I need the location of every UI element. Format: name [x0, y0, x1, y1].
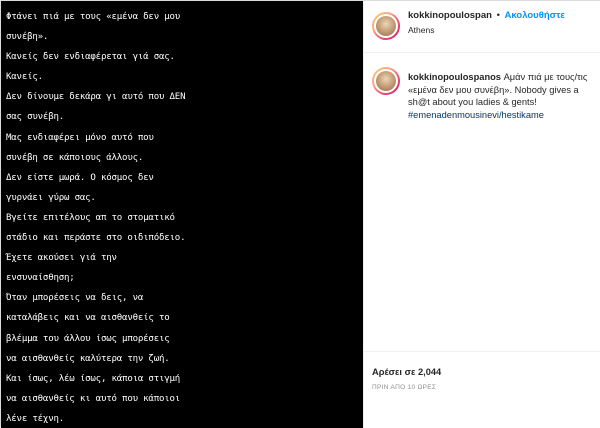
post-text-line: να αισθανθείς καλύτερα την ζωή. [6, 353, 170, 364]
follow-button[interactable]: Ακολουθήστε [505, 10, 565, 21]
post-text-line: Δεν δίνουμε δεκάρα γι αυτό που ΔΕΝ [6, 92, 186, 103]
avatar-ring [374, 14, 398, 38]
post-image[interactable]: Φτάνει πιά με τους «εμένα δεν μου συνέβη… [1, 1, 363, 428]
hashtag-link[interactable]: #emenadenmousinevi/hestikame [408, 109, 592, 122]
post-text-line: καταλάβεις και να αισθανθείς το [6, 313, 170, 324]
post-text-line: Όταν μπορέσεις να δεις, να [6, 293, 144, 304]
post-text-line: Μας ενδιαφέρει μόνο αυτό που [6, 132, 154, 143]
post-text-line: βλέμμα του άλλου ίσως μπορέσεις [6, 333, 170, 344]
post-footer: Αρέσει σε 2,044 ΠΡΙΝ ΑΠΟ 10 ΩΡΕΣ [364, 351, 600, 428]
post-text-line: Και ίσως, λέω ίσως, κάποια στιγμή [6, 373, 181, 384]
post-text-line: Κανείς. [6, 72, 43, 83]
post-text-line: ενσυναίσθηση; [6, 273, 75, 284]
post-text-line: Βγείτε επιτέλους απ το στοματικό [6, 212, 175, 223]
post-text-line: Φτάνει πιά με τους «εμένα δεν μου [6, 12, 181, 22]
likes-count[interactable]: Αρέσει σε 2,044 [372, 367, 441, 377]
post-image-text: Φτάνει πιά με τους «εμένα δεν μου συνέβη… [6, 7, 360, 428]
post-text-line: Δεν είστε μωρά. Ο κόσμος δεν [6, 172, 154, 183]
avatar-ring [374, 69, 398, 93]
post-timestamp[interactable]: ΠΡΙΝ ΑΠΟ 10 ΩΡΕΣ [372, 384, 436, 391]
post-text-line: γυρνάει γύρω σας. [6, 192, 96, 203]
separator-dot: • [496, 10, 500, 21]
header-username-link[interactable]: kokkinopoulospan [408, 10, 492, 21]
post-text-line: συνέβη σε κάποιους άλλους. [6, 152, 144, 163]
profile-photo [376, 16, 396, 36]
post-text-line: Έχετε ακούσει γιά την [6, 253, 117, 264]
instagram-post-window: Φτάνει πιά με τους «εμένα δεν μου συνέβη… [0, 0, 600, 428]
avatar[interactable] [372, 12, 400, 40]
header-username-row: kokkinopoulospan • Ακολουθήστε [408, 10, 565, 21]
caption-text: kokkinopoulospanos Αμάν πιά με τους/τις … [408, 71, 592, 121]
caption-avatar[interactable] [372, 67, 400, 95]
caption-username-link[interactable]: kokkinopoulospanos [408, 72, 501, 82]
post-text-line: συνέβη». [6, 32, 49, 43]
post-header: kokkinopoulospan • Ακολουθήστε Athens [364, 1, 600, 53]
location-link[interactable]: Athens [408, 25, 434, 35]
profile-photo [376, 71, 396, 91]
post-text-line: Κανείς δεν ενδιαφέρεται γιά σας. [6, 52, 175, 63]
post-sidebar: kokkinopoulospan • Ακολουθήστε Athens ko… [363, 1, 600, 428]
post-text-line: να αισθανθείς κι αυτό που κάποιοι [6, 393, 181, 404]
post-text-line: σας συνέβη. [6, 112, 65, 123]
post-text-line: στάδιο και περάστε στο οιδιπόδειο. [6, 233, 186, 244]
post-text-line: λένε τέχνη. [6, 413, 65, 424]
